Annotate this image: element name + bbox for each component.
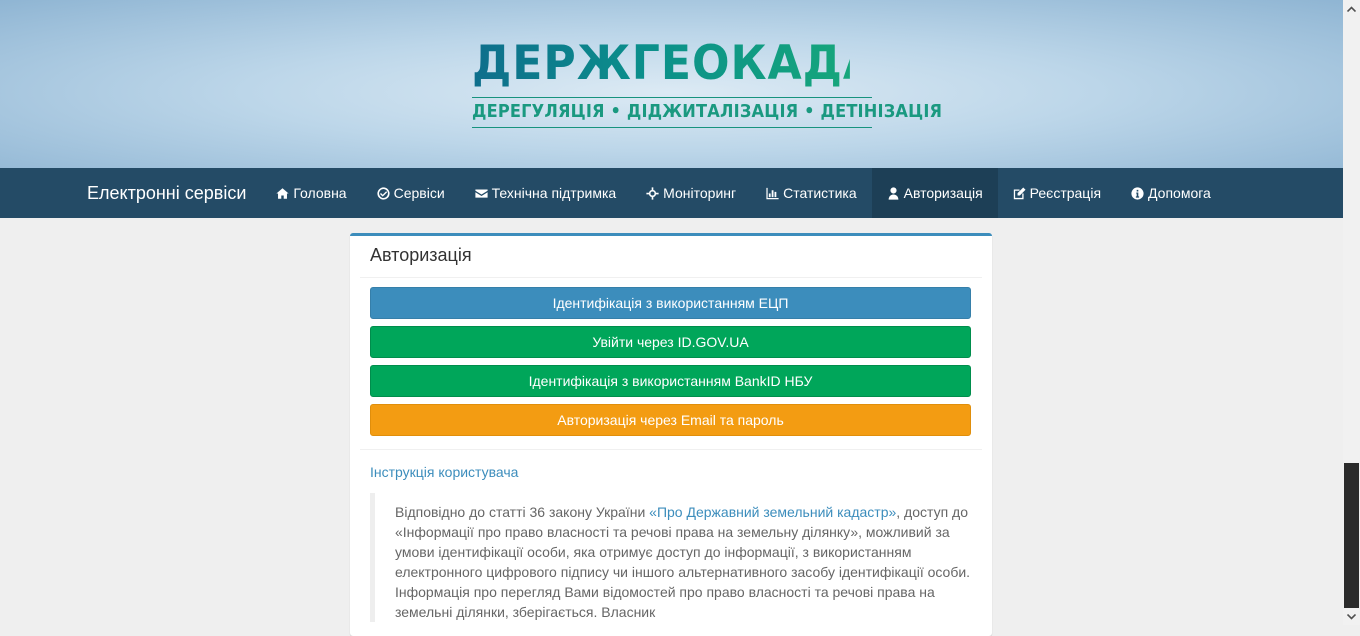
legal-notice: Відповідно до статті 36 закону України «… bbox=[370, 493, 975, 622]
logo-divider-top bbox=[472, 97, 872, 98]
nav-item-registration[interactable]: Реєстрація bbox=[998, 168, 1116, 218]
panel-body-divider bbox=[360, 449, 982, 450]
nav-item-services[interactable]: Сервіси bbox=[362, 168, 460, 218]
panel-title: Авторизація bbox=[370, 245, 472, 265]
logo[interactable]: ДЕРЖГЕОКАДАСТР ДЕРЕГУЛЯЦІЯ • ДІДЖИТАЛІЗА… bbox=[472, 36, 976, 128]
panel-header-divider bbox=[360, 277, 982, 278]
nav-item-label: Реєстрація bbox=[1029, 185, 1102, 201]
notice-text-2: , доступ до «Інформації про право власно… bbox=[395, 504, 971, 620]
page-scrollbar[interactable] bbox=[1343, 0, 1360, 625]
nav-item-label: Технічна підтримка bbox=[491, 185, 617, 201]
user-instruction-link[interactable]: Інструкція користувача bbox=[370, 464, 518, 480]
crosshairs-icon bbox=[646, 186, 659, 200]
home-icon bbox=[276, 187, 289, 199]
header-banner: ДЕРЖГЕОКАДАСТР ДЕРЕГУЛЯЦІЯ • ДІДЖИТАЛІЗА… bbox=[0, 0, 1343, 168]
nav-item-label: Статистика bbox=[783, 185, 857, 201]
nav-item-label: Головна bbox=[293, 185, 347, 201]
main-navbar: Електронні сервіси Головна Сервіси Техні… bbox=[0, 168, 1343, 218]
nav-item-authorization[interactable]: Авторизація bbox=[871, 168, 998, 218]
nav-item-label: Допомога bbox=[1148, 185, 1211, 201]
logo-title: ДЕРЖГЕОКАДАСТР bbox=[472, 36, 976, 91]
scroll-down-arrow-icon[interactable] bbox=[1343, 608, 1360, 625]
nav-item-monitoring[interactable]: Моніторинг bbox=[631, 168, 751, 218]
bankid-login-button[interactable]: Ідентифікація з використанням BankID НБУ bbox=[370, 365, 971, 397]
scrollbar-thumb[interactable] bbox=[1344, 463, 1359, 608]
logo-divider-bottom bbox=[472, 127, 872, 128]
nav-item-label: Авторизація bbox=[903, 185, 983, 201]
notice-text-1: Відповідно до статті 36 закону України bbox=[395, 504, 650, 520]
nav-item-label: Моніторинг bbox=[663, 185, 737, 201]
id-gov-ua-login-button[interactable]: Увійти через ID.GOV.UA bbox=[370, 326, 971, 358]
law-link[interactable]: «Про Державний земельний кадастр» bbox=[649, 504, 896, 520]
info-circle-icon bbox=[1131, 186, 1144, 200]
nav-item-home[interactable]: Головна bbox=[261, 168, 361, 218]
check-circle-icon bbox=[377, 186, 390, 200]
envelope-icon bbox=[475, 188, 488, 198]
bar-chart-icon bbox=[766, 187, 779, 199]
edit-icon bbox=[1013, 186, 1026, 199]
navbar-brand[interactable]: Електронні сервіси bbox=[0, 168, 261, 218]
nav-item-support[interactable]: Технічна підтримка bbox=[460, 168, 632, 218]
ecp-login-button[interactable]: Ідентифікація з використанням ЕЦП bbox=[370, 287, 971, 319]
logo-subtitle: ДЕРЕГУЛЯЦІЯ • ДІДЖИТАЛІЗАЦІЯ • ДЕТІНІЗАЦ… bbox=[472, 101, 943, 122]
nav-item-statistics[interactable]: Статистика bbox=[751, 168, 872, 218]
nav-item-help[interactable]: Допомога bbox=[1116, 168, 1226, 218]
email-login-button[interactable]: Авторизація через Email та пароль bbox=[370, 404, 971, 436]
nav-item-label: Сервіси bbox=[393, 185, 445, 201]
user-icon bbox=[888, 186, 899, 200]
authorization-panel: Авторизація Ідентифікація з використання… bbox=[350, 233, 992, 636]
scroll-up-arrow-icon[interactable] bbox=[1343, 0, 1360, 17]
